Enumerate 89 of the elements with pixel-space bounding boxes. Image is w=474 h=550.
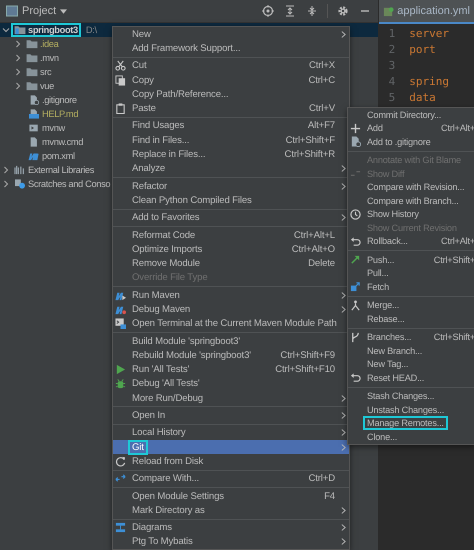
module-path: D:\ xyxy=(86,25,97,35)
menu-item-label: Ptg To Mybatis xyxy=(131,535,194,550)
menu-item-label: Cut xyxy=(131,59,148,74)
menu-item-label: Stash Changes... xyxy=(366,390,436,404)
tab-label: application.yml xyxy=(397,5,470,17)
menu-item-label: Compare with Revision... xyxy=(366,181,466,194)
menu-item-label: Clone... xyxy=(366,430,398,444)
menu-item-label: Rebase... xyxy=(366,312,406,326)
menu-item-label: Debug 'All Tests' xyxy=(131,377,201,392)
menu-item-label: Compare with Branch... xyxy=(366,194,460,208)
menu-item-label: New xyxy=(131,28,152,42)
menu-item-label: More Run/Debug xyxy=(131,392,204,406)
shortcut-label: Ctrl+V xyxy=(308,103,336,114)
shortcut-label: Ctrl+C xyxy=(308,74,336,86)
menu-item-label: Merge... xyxy=(366,299,400,312)
tree-item-name: Scratches and Conso xyxy=(28,179,110,189)
menu-item-label: Refactor xyxy=(131,180,168,194)
code-line: data xyxy=(409,90,436,104)
menu-item-label: Debug Maven xyxy=(131,302,192,317)
code-line: port xyxy=(409,42,436,56)
menu-item-label: Paste xyxy=(131,102,157,116)
menu-item-label: Run 'All Tests' xyxy=(131,363,190,378)
shortcut-label: Alt+F7 xyxy=(308,120,336,132)
menu-item-label: Copy xyxy=(131,74,155,88)
tree-item-name: vue xyxy=(40,81,54,91)
tree-item-name: springboot3 xyxy=(28,25,78,35)
line-number: 3 xyxy=(388,58,396,72)
line-number: 1 xyxy=(388,26,396,40)
tree-item-name: src xyxy=(40,67,52,77)
menu-item-label: Add to .gitignore xyxy=(366,136,432,149)
line-number: 4 xyxy=(388,74,396,88)
menu-item-label: Compare With... xyxy=(131,472,200,486)
menu-item-label: Reformat Code xyxy=(131,228,196,242)
shortcut-label: Ctrl+Shift+F9 xyxy=(280,350,336,361)
menu-item-label: Reset HEAD... xyxy=(366,372,426,385)
menu-item-label: Open Terminal at the Current Maven Module Path xyxy=(131,317,338,332)
menu-item-label: Build Module 'springboot3' xyxy=(131,334,242,349)
menu-item-label: New Tag... xyxy=(366,358,410,372)
code-line: server xyxy=(409,26,449,40)
shortcut-label: Ctrl+Shift+F10 xyxy=(275,364,336,376)
tree-item-name: External Libraries xyxy=(28,165,94,175)
menu-item-label: Remove Module xyxy=(131,257,201,272)
menu-item-label: Pull... xyxy=(366,267,390,280)
menu-item-label: Clean Python Compiled Files xyxy=(131,194,253,208)
shortcut-label: Ctrl+Alt+O xyxy=(292,244,336,255)
shortcut-label: Ctrl+Shift+F xyxy=(286,134,336,146)
tree-item-name: .gitignore xyxy=(42,95,77,105)
shortcut-label: F4 xyxy=(324,490,336,502)
menu-item-label: Manage Remotes... xyxy=(363,416,448,430)
line-number: 5 xyxy=(388,90,396,104)
menu-item-label: Commit Directory... xyxy=(366,108,442,122)
menu-item-label: Show History xyxy=(366,208,420,222)
menu-item-label: Branches... xyxy=(366,331,412,344)
shortcut-label: Delete xyxy=(308,258,336,270)
menu-item-label: Run Maven xyxy=(131,288,181,303)
menu-item-label: Rebuild Module 'springboot3' xyxy=(131,348,252,363)
code-line: spring xyxy=(409,74,449,88)
tree-item-name: .idea xyxy=(40,39,58,49)
menu-item-label: Fetch xyxy=(366,280,390,294)
shortcut-label: Ctrl+D xyxy=(308,473,336,484)
shortcut-label: Ctrl+Alt+L xyxy=(294,230,336,240)
menu-item-label: Open In xyxy=(131,409,166,424)
menu-item-label: Add Framework Support... xyxy=(131,42,242,56)
shortcut-label: Ctrl+X xyxy=(308,60,336,72)
tree-item-name: pom.xml xyxy=(42,151,75,161)
menu-item-label: Optimize Imports xyxy=(131,242,204,257)
menu-item-label: Copy Path/Reference... xyxy=(131,88,230,102)
menu-item-label: Mark Directory as xyxy=(131,504,206,518)
menu-item-label: Git xyxy=(128,440,148,455)
menu-item-label: Find in Files... xyxy=(131,134,190,148)
menu-item-label: Reload from Disk xyxy=(131,454,204,469)
line-number: 2 xyxy=(388,42,396,56)
tree-item-name: .mvn xyxy=(40,53,59,63)
menu-item-label: Find Usages xyxy=(131,119,186,134)
tree-item-name: mvnw xyxy=(42,123,65,133)
tree-item-name: HELP.md xyxy=(42,109,78,119)
menu-item-label: New Branch... xyxy=(366,344,424,358)
menu-item-label: Unstash Changes... xyxy=(366,404,446,417)
menu-item-label: Analyze xyxy=(131,162,166,176)
tree-item-name: mvnw.cmd xyxy=(42,137,84,147)
shortcut-label: Ctrl+Shift+R xyxy=(284,149,336,160)
menu-item-label: Rollback... xyxy=(366,235,409,248)
menu-item-label: Add xyxy=(366,122,384,136)
menu-item-label: Open Module Settings xyxy=(131,490,225,504)
menu-item-label: Local History xyxy=(131,426,186,440)
menu-item-label: Add to Favorites xyxy=(131,211,200,226)
menu-item-label: Diagrams xyxy=(131,521,173,536)
menu-item-label: Push... xyxy=(366,254,396,267)
menu-item-label: Replace in Files... xyxy=(131,148,206,162)
